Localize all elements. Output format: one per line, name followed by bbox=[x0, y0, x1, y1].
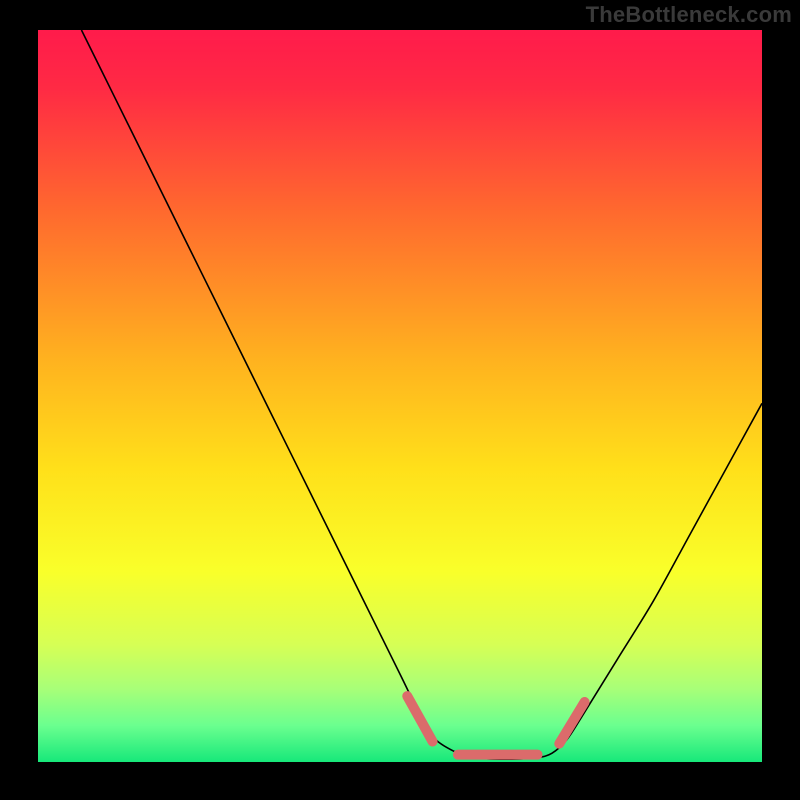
plot-background-gradient bbox=[38, 30, 762, 762]
chart-frame: TheBottleneck.com bbox=[0, 0, 800, 800]
watermark-text: TheBottleneck.com bbox=[586, 2, 792, 28]
bottleneck-chart bbox=[0, 0, 800, 800]
